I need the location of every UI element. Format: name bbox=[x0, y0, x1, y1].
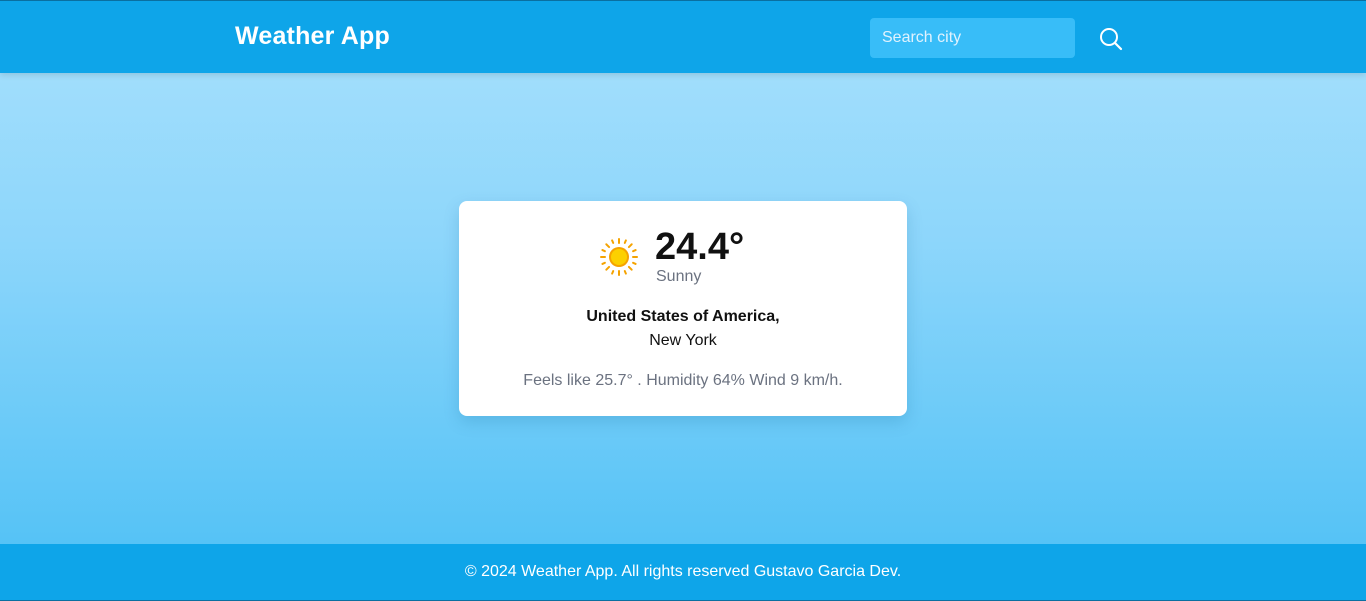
temperature: 24.4° bbox=[655, 226, 745, 268]
country-name: United States of America, bbox=[586, 308, 780, 325]
city-name: New York bbox=[649, 332, 717, 349]
footer-copyright: © 2024 Weather App. All rights reserved … bbox=[464, 563, 902, 580]
sun-icon bbox=[600, 238, 638, 276]
search-button[interactable] bbox=[1098, 26, 1124, 52]
weather-details: Feels like 25.7° . Humidity 64% Wind 9 k… bbox=[523, 372, 843, 389]
weather-condition: Sunny bbox=[656, 268, 702, 285]
top-navbar: Weather App bbox=[0, 0, 1366, 73]
weather-card: 24.4° Sunny United States of America, Ne… bbox=[459, 201, 907, 416]
search-city-input[interactable] bbox=[870, 18, 1075, 58]
footer: © 2024 Weather App. All rights reserved … bbox=[0, 544, 1366, 601]
app-title: Weather App bbox=[235, 22, 390, 50]
search-icon bbox=[1100, 28, 1123, 51]
